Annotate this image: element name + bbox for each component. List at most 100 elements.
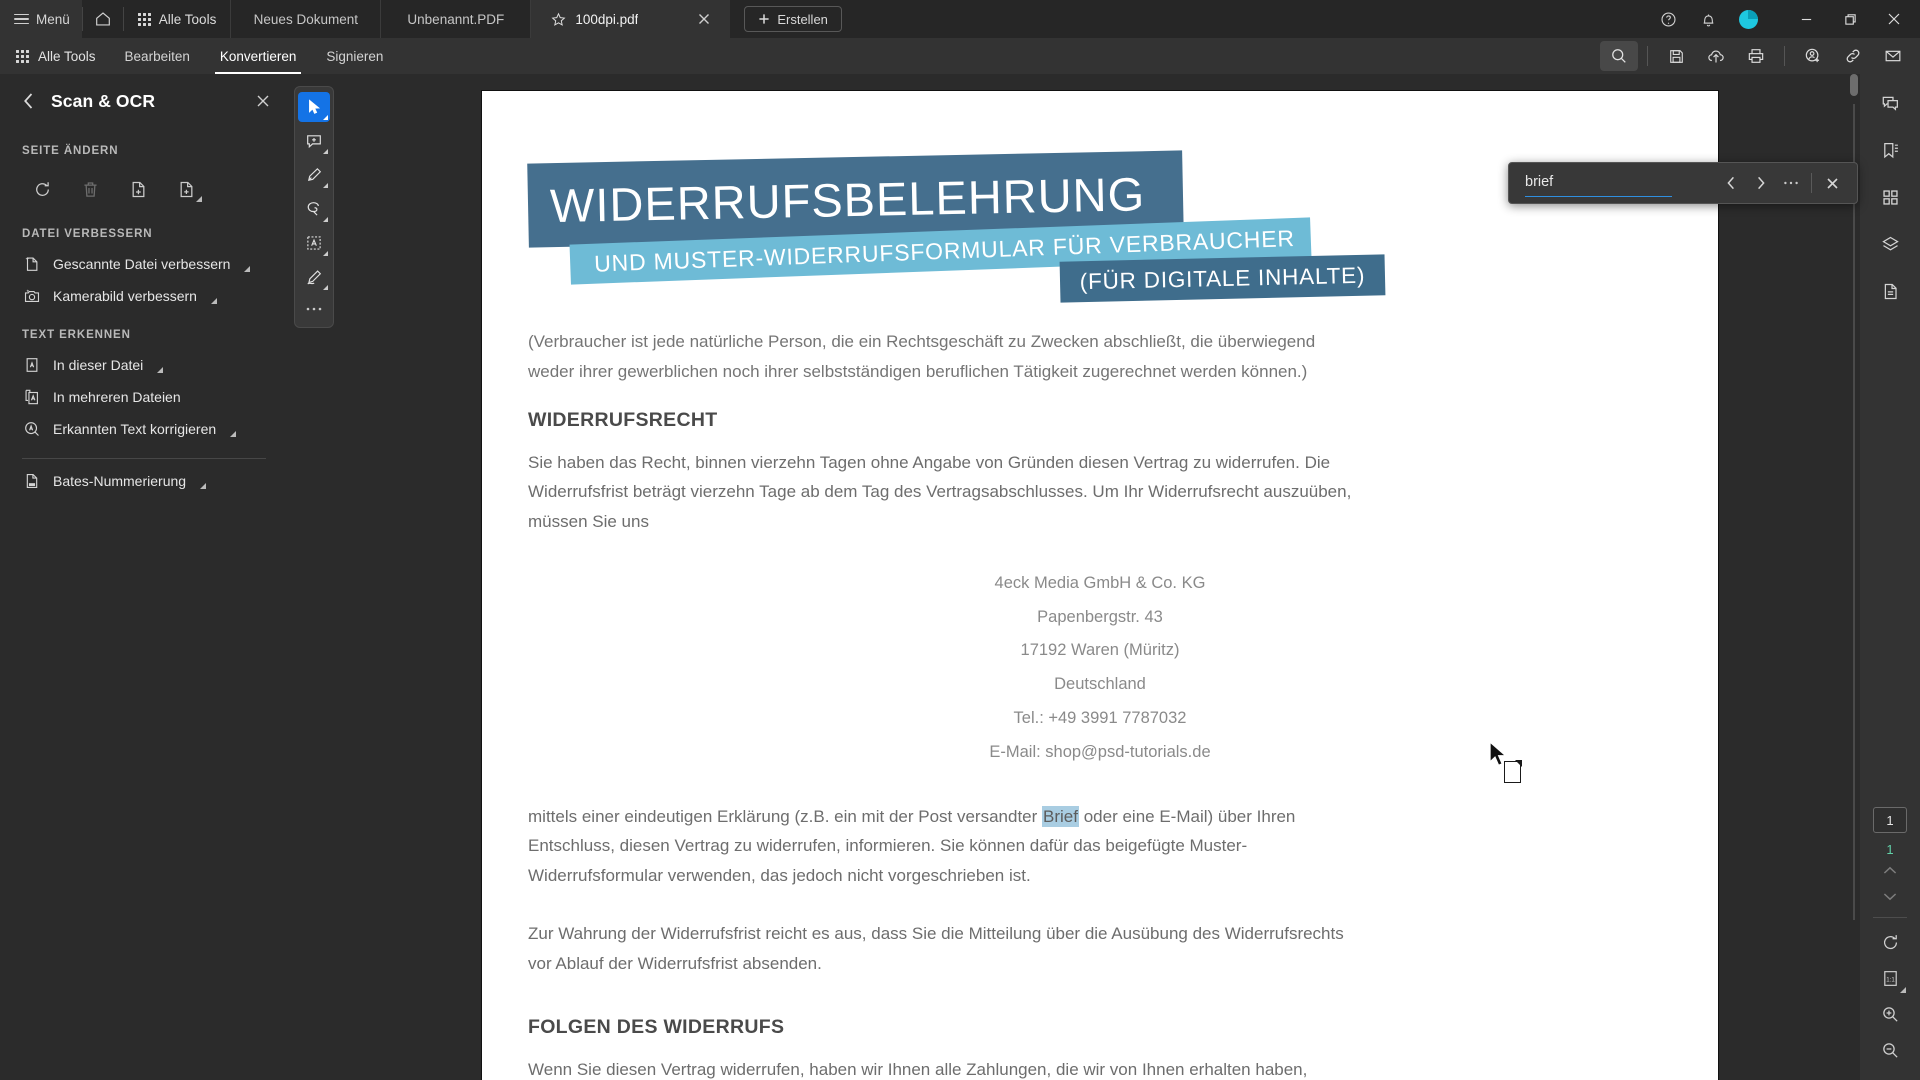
all-tools-button[interactable]: Alle Tools bbox=[124, 0, 231, 38]
help-circle-icon bbox=[1660, 11, 1677, 28]
tab-100dpi-pdf[interactable]: 100dpi.pdf bbox=[530, 0, 731, 38]
correct-text-icon bbox=[22, 420, 42, 438]
next-page-button[interactable] bbox=[1874, 883, 1906, 909]
zoom-out-button[interactable] bbox=[1871, 1032, 1909, 1068]
find-close-button[interactable] bbox=[1817, 168, 1847, 198]
select-cursor-tool[interactable] bbox=[298, 92, 330, 122]
bookmarks-icon bbox=[1881, 141, 1900, 160]
item-erkannten-text-korrigieren[interactable]: Erkannten Text korrigieren bbox=[0, 413, 288, 445]
item-in-mehreren-dateien[interactable]: In mehreren Dateien bbox=[0, 381, 288, 413]
single-file-ocr-icon bbox=[22, 356, 42, 374]
delete-page-button[interactable] bbox=[70, 171, 110, 207]
panel-divider bbox=[22, 458, 266, 459]
doc-heading-widerrufsrecht: WIDERRUFSRECHT bbox=[528, 408, 718, 431]
minimize-button[interactable] bbox=[1784, 0, 1828, 38]
restore-button[interactable] bbox=[1828, 0, 1872, 38]
select-text-area-tool[interactable] bbox=[298, 228, 330, 258]
previous-page-button[interactable] bbox=[1874, 857, 1906, 883]
page-actions-row bbox=[0, 165, 288, 211]
scrollbar-track bbox=[1853, 104, 1855, 920]
caret-icon bbox=[1900, 987, 1906, 993]
zoom-in-button[interactable] bbox=[1871, 996, 1909, 1032]
tab-label: Neues Dokument bbox=[253, 11, 358, 27]
page-thumbnails-icon bbox=[1881, 188, 1900, 207]
item-label: In dieser Datei bbox=[53, 357, 144, 373]
insert-page-button[interactable] bbox=[166, 171, 206, 207]
bookmarks-panel-button[interactable] bbox=[1871, 131, 1909, 169]
home-button[interactable] bbox=[83, 0, 123, 38]
layers-panel-button[interactable] bbox=[1871, 225, 1909, 263]
acrobat-window: Menü Alle Tools Neues Dokument Unbenannt… bbox=[0, 0, 1920, 1080]
close-button[interactable] bbox=[1872, 0, 1916, 38]
search-input[interactable] bbox=[1525, 173, 1716, 193]
find-next-button[interactable] bbox=[1746, 168, 1776, 198]
search-underline bbox=[1525, 195, 1672, 197]
item-in-dieser-datei[interactable]: In dieser Datei bbox=[0, 349, 288, 381]
rotate-view-button[interactable] bbox=[1871, 924, 1909, 960]
delete-page-icon bbox=[81, 180, 100, 199]
page-number-input[interactable]: 1 bbox=[1873, 807, 1907, 833]
tab-neues-dokument[interactable]: Neues Dokument bbox=[230, 0, 380, 38]
comments-icon bbox=[1881, 94, 1900, 113]
tool-navbar: Alle Tools Bearbeiten Konvertieren Signi… bbox=[0, 38, 1920, 74]
page-thumbnails-button[interactable] bbox=[1871, 178, 1909, 216]
star-icon[interactable] bbox=[551, 12, 566, 27]
item-bates-nummerierung[interactable]: Bates-Nummerierung bbox=[0, 465, 288, 497]
address-line: Deutschland bbox=[1054, 675, 1146, 694]
rotate-page-button[interactable] bbox=[22, 171, 62, 207]
panel-title: Scan & OCR bbox=[51, 90, 156, 111]
extract-page-button[interactable] bbox=[118, 171, 158, 207]
more-tools-button[interactable] bbox=[298, 296, 330, 322]
attachments-panel-button[interactable] bbox=[1871, 272, 1909, 310]
notifications-button[interactable] bbox=[1688, 0, 1728, 38]
nav-tab-signieren[interactable]: Signieren bbox=[311, 38, 398, 74]
layers-icon bbox=[1881, 235, 1900, 254]
draw-freehand-tool[interactable] bbox=[298, 194, 330, 224]
doc-address-block: 4eck Media GmbH & Co. KG Papenbergstr. 4… bbox=[528, 567, 1672, 770]
highlight-tool[interactable] bbox=[298, 160, 330, 190]
scrollbar-thumb[interactable] bbox=[1850, 74, 1858, 96]
save-button[interactable] bbox=[1657, 41, 1695, 71]
caret-icon bbox=[323, 183, 328, 188]
search-input-wrap bbox=[1525, 163, 1716, 203]
doc-paragraph-1: Sie haben das Recht, binnen vierzehn Tag… bbox=[528, 452, 1352, 532]
vertical-scrollbar[interactable] bbox=[1848, 74, 1860, 1080]
add-comment-tool[interactable] bbox=[298, 126, 330, 156]
address-line: Tel.: +49 3991 7787032 bbox=[1013, 709, 1187, 727]
help-button[interactable] bbox=[1648, 0, 1688, 38]
signature-tool[interactable] bbox=[298, 262, 330, 292]
comments-panel-button[interactable] bbox=[1871, 84, 1909, 122]
item-label: Gescannte Datei verbessern bbox=[53, 256, 231, 272]
email-button[interactable] bbox=[1874, 41, 1912, 71]
attachments-icon bbox=[1881, 282, 1900, 301]
panel-back-icon[interactable] bbox=[22, 92, 35, 110]
create-button[interactable]: Erstellen bbox=[744, 6, 842, 32]
multi-file-ocr-icon bbox=[22, 388, 42, 406]
print-button[interactable] bbox=[1737, 41, 1775, 71]
copy-link-button[interactable] bbox=[1834, 41, 1872, 71]
find-previous-button[interactable] bbox=[1716, 168, 1746, 198]
nav-tab-bearbeiten[interactable]: Bearbeiten bbox=[110, 38, 205, 74]
caret-icon bbox=[323, 217, 328, 222]
tab-label: Unbenannt.PDF bbox=[407, 11, 505, 27]
search-button[interactable] bbox=[1600, 41, 1638, 71]
navbar-all-tools-button[interactable]: Alle Tools bbox=[0, 38, 110, 74]
find-options-button[interactable] bbox=[1776, 168, 1806, 198]
menu-button[interactable]: Menü bbox=[0, 0, 82, 38]
panel-close-icon[interactable] bbox=[256, 94, 270, 108]
workspace: Scan & OCR SEITE ÄNDERN DATEI VERBESSERN… bbox=[0, 74, 1920, 1080]
share-button[interactable] bbox=[1794, 41, 1832, 71]
plus-icon bbox=[758, 13, 770, 25]
user-avatar-button[interactable] bbox=[1728, 0, 1768, 38]
upload-button[interactable] bbox=[1697, 41, 1735, 71]
navbar-actions bbox=[1600, 38, 1920, 74]
title-bar-left: Menü Alle Tools bbox=[0, 0, 230, 38]
document-viewer[interactable]: WIDERRUFSBELEHRUNG UND MUSTER-WIDERRUFSF… bbox=[340, 74, 1860, 1080]
actual-size-button[interactable]: 1:1 bbox=[1871, 960, 1909, 996]
item-gescannte-datei-verbessern[interactable]: Gescannte Datei verbessern bbox=[0, 248, 288, 280]
window-controls bbox=[1648, 0, 1920, 38]
tab-close-icon[interactable] bbox=[682, 13, 710, 25]
tab-unbenannt-pdf[interactable]: Unbenannt.PDF bbox=[380, 0, 530, 38]
item-kamerabild-verbessern[interactable]: Kamerabild verbessern bbox=[0, 280, 288, 312]
nav-tab-konvertieren[interactable]: Konvertieren bbox=[205, 38, 312, 74]
